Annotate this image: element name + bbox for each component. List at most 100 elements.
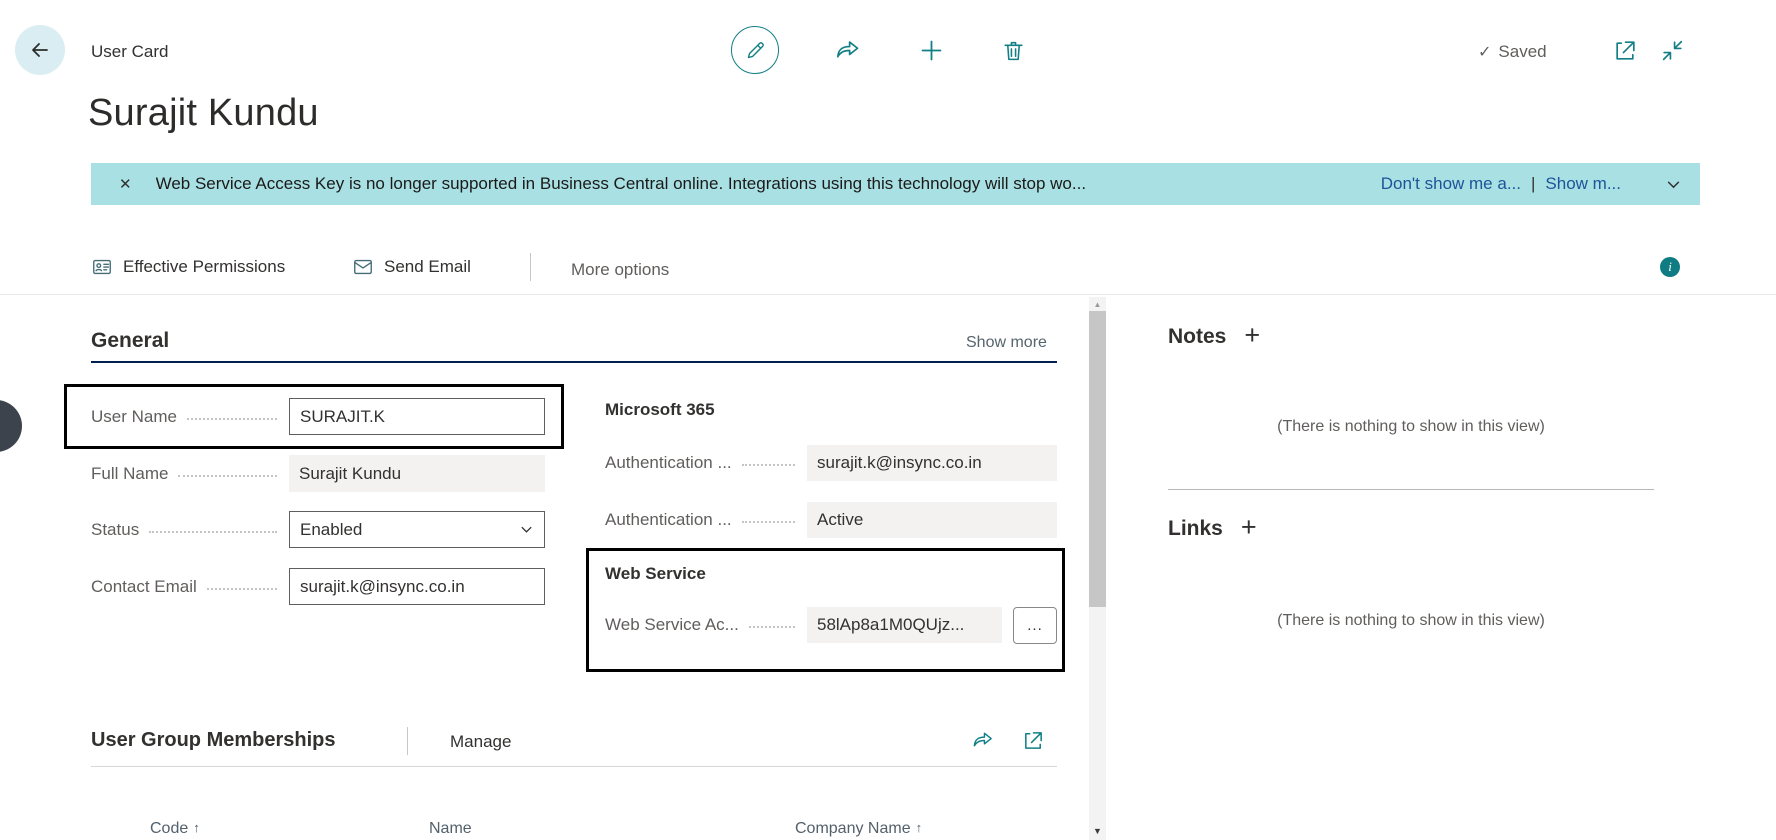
dotted-leader <box>149 530 277 533</box>
user-name-input[interactable] <box>289 398 545 435</box>
dotted-leader <box>206 587 277 590</box>
column-header-company-name[interactable]: Company Name ↑ <box>795 820 922 838</box>
permissions-card-icon <box>93 259 111 275</box>
banner-dont-show-link[interactable]: Don't show me a... <box>1381 174 1521 194</box>
collapse-arrows-icon <box>1662 40 1683 61</box>
general-section-title: General <box>91 329 170 352</box>
open-in-new-window-icon <box>1025 732 1042 749</box>
top-toolbar <box>731 26 1026 74</box>
column-header-name[interactable]: Name <box>429 820 472 838</box>
links-add-button[interactable]: + <box>1241 514 1257 541</box>
show-more-link[interactable]: Show more <box>966 334 1047 352</box>
memberships-popout-button[interactable] <box>1022 729 1045 752</box>
collapse-button[interactable] <box>1660 38 1685 63</box>
dotted-leader <box>741 521 795 523</box>
dotted-leader <box>186 417 277 420</box>
manage-action[interactable]: Manage <box>450 732 511 752</box>
banner-show-more-link[interactable]: Show m... <box>1545 174 1621 194</box>
edit-button[interactable] <box>731 26 779 74</box>
status-selected-value: Enabled <box>300 519 363 539</box>
effective-permissions-label: Effective Permissions <box>123 257 286 276</box>
email-icon <box>354 259 372 275</box>
factbox-divider <box>1168 489 1654 490</box>
banner-chevron-down-icon[interactable] <box>1665 176 1682 193</box>
memberships-header-divider <box>407 727 408 755</box>
new-button[interactable] <box>918 37 945 64</box>
action-bar-divider <box>530 253 531 281</box>
share-icon <box>973 732 992 747</box>
field-row-full-name: Full Name Surajit Kundu <box>91 455 545 492</box>
authentication-status-value: Active <box>807 502 1057 538</box>
web-service-access-key-label: Web Service Ac... <box>605 615 739 634</box>
sort-ascending-icon: ↑ <box>915 820 923 835</box>
authentication-status-label: Authentication ... <box>605 510 732 529</box>
popout-button[interactable] <box>1613 38 1638 63</box>
full-name-label: Full Name <box>91 463 169 483</box>
authentication-email-label: Authentication ... <box>605 453 732 472</box>
general-section-underline <box>91 361 1057 363</box>
company-name-column-label: Company Name <box>795 820 911 837</box>
code-column-label: Code <box>150 820 189 837</box>
back-button[interactable] <box>15 25 65 75</box>
info-button[interactable]: i <box>1660 257 1680 277</box>
contact-email-input[interactable] <box>289 568 545 605</box>
delete-button[interactable] <box>1001 37 1026 64</box>
save-status-label: Saved <box>1498 42 1547 61</box>
field-row-contact-email: Contact Email <box>91 568 545 605</box>
memberships-share-button[interactable] <box>972 729 995 752</box>
save-status: ✓ Saved <box>1478 42 1547 62</box>
scroll-up-arrow[interactable]: ▲ <box>1089 300 1106 309</box>
page-type-label: User Card <box>91 42 169 61</box>
assist-edit-button[interactable]: ... <box>1013 606 1057 644</box>
send-email-action[interactable]: Send Email <box>352 256 471 278</box>
banner-link-separator: | <box>1530 174 1536 193</box>
notes-empty-message: (There is nothing to show in this view) <box>1277 418 1545 435</box>
field-row-user-name: User Name <box>91 398 545 435</box>
full-name-value: Surajit Kundu <box>289 455 545 492</box>
sort-ascending-icon: ↑ <box>193 820 200 835</box>
links-title: Links <box>1168 517 1223 540</box>
memberships-title: User Group Memberships <box>91 729 336 751</box>
open-in-new-window-icon <box>1616 41 1635 60</box>
share-icon <box>836 40 859 58</box>
share-button[interactable] <box>835 37 862 64</box>
web-service-subtitle: Web Service <box>605 564 706 583</box>
dotted-leader <box>741 464 795 466</box>
notes-add-button[interactable]: + <box>1244 322 1260 349</box>
page-title: Surajit Kundu <box>88 92 319 134</box>
plus-icon <box>921 40 942 60</box>
user-card-screen: User Card ✓ Saved Surajit Kundu ✕ Web Se… <box>0 0 1776 840</box>
scroll-down-arrow[interactable]: ▼ <box>1089 826 1106 836</box>
dotted-leader <box>748 626 795 628</box>
side-panel-handle[interactable] <box>0 400 22 452</box>
banner-close-icon[interactable]: ✕ <box>119 175 132 193</box>
column-header-code[interactable]: Code ↑ <box>150 820 200 838</box>
status-label: Status <box>91 519 140 539</box>
field-row-web-service-access-key: Web Service Ac... 58lAp8a1M0QUjz... ... <box>605 606 1057 644</box>
more-options-action[interactable]: More options <box>571 260 669 280</box>
main-scrollbar[interactable]: ▲ ▼ <box>1089 297 1106 840</box>
links-header: Links + <box>1168 514 1257 541</box>
notes-title: Notes <box>1168 325 1227 348</box>
check-icon: ✓ <box>1478 44 1492 61</box>
command-bar-divider <box>0 294 1776 295</box>
chevron-down-icon <box>521 526 532 533</box>
dotted-leader <box>178 474 277 477</box>
effective-permissions-action[interactable]: Effective Permissions <box>91 256 285 278</box>
memberships-underline <box>91 766 1057 767</box>
notes-header: Notes + <box>1168 322 1260 349</box>
trash-icon <box>1004 41 1023 60</box>
links-empty-message: (There is nothing to show in this view) <box>1277 612 1545 629</box>
info-icon: i <box>1668 259 1672 274</box>
contact-email-label: Contact Email <box>91 576 197 596</box>
authentication-email-value: surajit.k@insync.co.in <box>807 445 1057 481</box>
notification-banner: ✕ Web Service Access Key is no longer su… <box>91 163 1700 205</box>
name-column-label: Name <box>429 820 472 837</box>
field-row-status: Status Enabled <box>91 511 545 548</box>
send-email-label: Send Email <box>384 257 471 276</box>
web-service-access-key-value: 58lAp8a1M0QUjz... <box>807 607 1002 643</box>
scrollbar-thumb[interactable] <box>1089 311 1106 607</box>
banner-message: Web Service Access Key is no longer supp… <box>155 174 1087 193</box>
back-arrow-icon <box>32 43 48 57</box>
status-select[interactable]: Enabled <box>289 511 545 548</box>
